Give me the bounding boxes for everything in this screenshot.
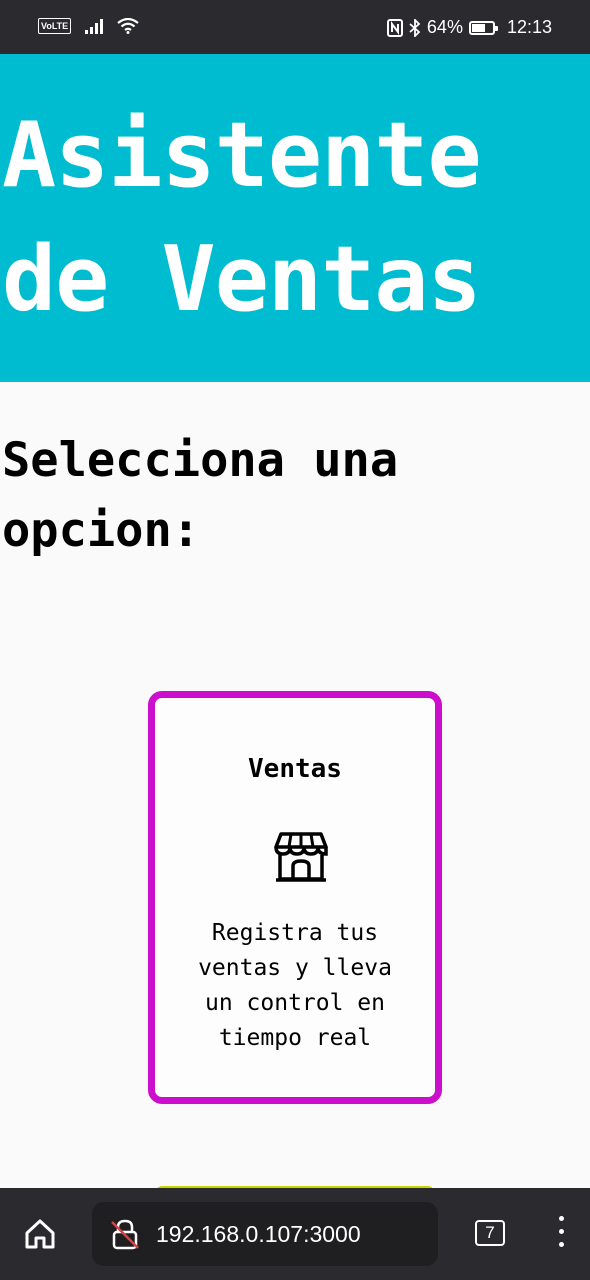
- store-icon: [274, 832, 328, 882]
- home-icon[interactable]: [22, 1216, 58, 1252]
- option-card-title: Ventas: [248, 754, 342, 784]
- bluetooth-icon: [409, 18, 421, 37]
- clock: 12:13: [506, 17, 552, 37]
- battery-percent: 64%: [426, 17, 463, 37]
- status-bar: VoLTE 64% 12:13: [0, 0, 590, 54]
- tabs-icon[interactable]: 7: [475, 1220, 505, 1246]
- section-prompt: Selecciona una opcion:: [2, 433, 399, 558]
- volte-icon: VoLTE: [38, 18, 72, 34]
- more-vert-icon[interactable]: [555, 1216, 567, 1252]
- insecure-lock-icon[interactable]: [110, 1218, 140, 1250]
- battery-icon: [468, 20, 498, 35]
- browser-toolbar: 192.168.0.107:3000 7: [0, 1188, 590, 1280]
- signal-icon: [85, 18, 104, 34]
- option-card-description: Registra tus ventas y lleva un control e…: [198, 920, 392, 1051]
- page-title: Asistente de Ventas: [2, 103, 482, 332]
- header-banner: Asistente de Ventas: [0, 54, 590, 382]
- address-bar[interactable]: 192.168.0.107:3000: [92, 1202, 438, 1266]
- url-text[interactable]: 192.168.0.107:3000: [156, 1221, 361, 1248]
- nfc-icon: [386, 18, 403, 37]
- wifi-icon: [117, 18, 139, 34]
- option-card-ventas[interactable]: Ventas Registra tus ventas y lleva un co…: [148, 691, 442, 1104]
